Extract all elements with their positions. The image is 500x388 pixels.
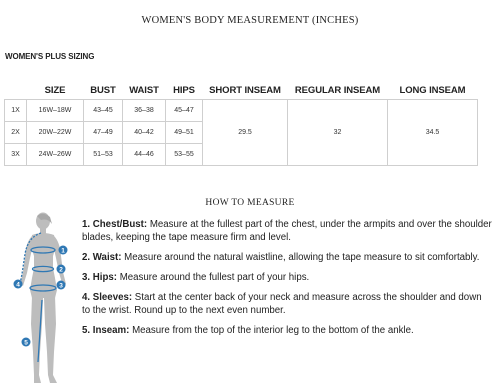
step-label: 3. Hips: — [82, 272, 117, 283]
cell-size: 16W–18W — [26, 99, 84, 122]
step-text: Measure from the top of the interior leg… — [129, 325, 414, 336]
step-inseam: 5. Inseam: Measure from the top of the i… — [82, 324, 492, 337]
marker-3: 3 — [56, 280, 66, 290]
cell-hips: 45–47 — [165, 99, 203, 122]
page-title: WOMEN'S BODY MEASUREMENT (INCHES) — [141, 15, 359, 26]
cell-hips: 53–55 — [165, 143, 203, 166]
svg-text:4: 4 — [16, 282, 20, 289]
header-hips: HIPS — [173, 85, 195, 96]
step-label: 1. Chest/Bust: — [82, 219, 148, 230]
cell-bust: 51–53 — [83, 143, 123, 166]
step-text: Start at the center back of your neck an… — [82, 292, 482, 316]
row-label: 2X — [4, 121, 27, 144]
size-table: SIZE BUST WAIST HIPS SHORT INSEAM REGULA… — [4, 82, 478, 166]
step-text: Measure around the fullest part of your … — [117, 272, 310, 283]
cell-waist: 36–38 — [122, 99, 166, 122]
step-sleeves: 4. Sleeves: Start at the center back of … — [82, 291, 492, 317]
cell-bust: 43–45 — [83, 99, 123, 122]
svg-text:3: 3 — [59, 283, 63, 290]
row-label: 3X — [4, 143, 27, 166]
marker-5: 5 — [21, 337, 31, 347]
header-long-inseam: LONG INSEAM — [399, 85, 466, 96]
header-short-inseam: SHORT INSEAM — [209, 85, 281, 96]
measure-steps: 1. Chest/Bust: Measure at the fullest pa… — [82, 218, 492, 344]
svg-text:5: 5 — [24, 340, 28, 347]
table-row: 1X 16W–18W 43–45 36–38 45–47 29.5 32 34.… — [4, 99, 478, 166]
body-silhouette — [20, 212, 66, 383]
step-label: 4. Sleeves: — [82, 292, 133, 303]
header-regular-inseam: REGULAR INSEAM — [294, 85, 381, 96]
header-size: SIZE — [44, 85, 66, 96]
step-label: 5. Inseam: — [82, 325, 130, 336]
step-label: 2. Waist: — [82, 252, 122, 263]
step-waist: 2. Waist: Measure around the natural wai… — [82, 251, 492, 264]
step-text: Measure around the natural waistline, al… — [121, 252, 480, 263]
cell-waist: 44–46 — [122, 143, 166, 166]
svg-text:1: 1 — [61, 248, 65, 255]
cell-long-inseam: 34.5 — [387, 99, 478, 166]
marker-2: 2 — [56, 264, 66, 274]
body-figure-illustration: 1 2 3 4 5 — [13, 212, 68, 383]
header-bust: BUST — [90, 85, 116, 96]
step-chest-bust: 1. Chest/Bust: Measure at the fullest pa… — [82, 218, 492, 244]
marker-4: 4 — [13, 279, 23, 289]
cell-size: 20W–22W — [26, 121, 84, 144]
marker-1: 1 — [58, 245, 68, 255]
cell-hips: 49–51 — [165, 121, 203, 144]
cell-waist: 40–42 — [122, 121, 166, 144]
header-blank — [5, 82, 27, 100]
cell-regular-inseam: 32 — [287, 99, 388, 166]
cell-short-inseam: 29.5 — [202, 99, 288, 166]
svg-text:2: 2 — [59, 267, 63, 274]
section-subtitle: WOMEN'S PLUS SIZING — [5, 52, 95, 61]
cell-size: 24W–26W — [26, 143, 84, 166]
step-hips: 3. Hips: Measure around the fullest part… — [82, 271, 492, 284]
row-label: 1X — [4, 99, 27, 122]
header-waist: WAIST — [129, 85, 159, 96]
table-header-row: SIZE BUST WAIST HIPS SHORT INSEAM REGULA… — [5, 82, 478, 100]
cell-bust: 47–49 — [83, 121, 123, 144]
how-to-measure-title: HOW TO MEASURE — [205, 198, 295, 208]
